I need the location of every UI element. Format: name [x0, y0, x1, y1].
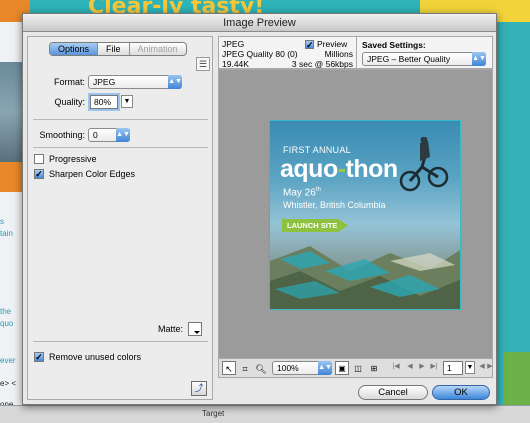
zoom-value: 100%	[277, 363, 299, 373]
progressive-row[interactable]: Progressive	[34, 152, 97, 165]
remove-unused-checkbox[interactable]: ✓	[34, 351, 44, 362]
triangle-down-icon: ▼	[123, 98, 131, 105]
chevron-updown-icon: ▲▼	[168, 75, 182, 89]
info-download-time: 3 sec @ 56kbps	[291, 59, 353, 69]
sharpen-checkbox[interactable]: ✓	[34, 168, 44, 179]
smoothing-select[interactable]: 0 ▲▼	[88, 128, 130, 142]
quality-label: Quality:	[54, 97, 85, 107]
options-panel: Options File Animation ☰ Format: JPEG ▲▼…	[27, 36, 213, 400]
background-text: ever	[0, 356, 16, 365]
tab-options[interactable]: Options	[50, 43, 99, 55]
cyclist-graphic	[399, 137, 449, 192]
two-up-view-icon[interactable]: ◫	[351, 361, 365, 375]
saved-settings: Saved Settings: JPEG – Better Quality ▲▼	[356, 36, 493, 69]
chevron-updown-icon: ▲▼	[116, 128, 130, 142]
launch-site-banner: LAUNCH SITE	[282, 219, 348, 232]
preview-toolbar: ↖ ⌗ 🔍︎ 100% ▲▼ ▣ ◫ ⊞ |◀ ◀ ▶ ▶| 1 ▼ ◀ ▶	[218, 359, 493, 378]
preview-image: FIRST ANNUAL aquo-thon May 26th Whistler…	[269, 120, 461, 310]
background-green-block	[503, 352, 530, 412]
crop-tool-icon[interactable]: ⌗	[238, 361, 252, 375]
tab-bar: Options File Animation	[49, 42, 187, 56]
preview-toggle[interactable]: ✓ Preview	[305, 39, 347, 49]
background-photo	[0, 62, 22, 162]
poster-brand: aquo-thon	[280, 155, 398, 184]
background-text: tain	[0, 229, 13, 238]
progressive-label: Progressive	[49, 153, 97, 164]
quality-slider-button[interactable]: ▼	[121, 95, 133, 108]
terrain-graphic	[270, 246, 460, 309]
brand-dash: -	[337, 155, 346, 183]
format-select[interactable]: JPEG ▲▼	[88, 75, 182, 89]
next-icon[interactable]: ▶	[485, 362, 495, 370]
cancel-button[interactable]: Cancel	[358, 385, 428, 400]
sharpen-label: Sharpen Color Edges	[49, 168, 136, 179]
preview-checkbox[interactable]: ✓	[305, 39, 314, 49]
dialog-title: Image Preview	[23, 14, 496, 32]
export-wizard-button[interactable]: ⤴	[191, 381, 207, 396]
info-quality: JPEG Quality 80 (0)	[222, 49, 298, 59]
triangle-down-icon: ▼	[466, 364, 474, 371]
info-colors: Millions	[324, 49, 353, 59]
chevron-updown-icon: ▲▼	[318, 361, 332, 375]
last-frame-icon[interactable]: ▶|	[429, 362, 439, 370]
background-orange-block	[0, 162, 22, 192]
saved-settings-value: JPEG – Better Quality	[367, 54, 451, 64]
zoom-select[interactable]: 100% ▲▼	[272, 361, 332, 375]
divider	[33, 147, 208, 148]
info-size: 19.44K	[222, 59, 249, 69]
background-property-bar: Target	[0, 405, 530, 423]
matte-color-swatch[interactable]	[188, 322, 202, 336]
zoom-tool-icon[interactable]: 🔍︎	[254, 361, 268, 375]
matte-label: Matte:	[157, 324, 183, 334]
brand-part: thon	[345, 155, 399, 183]
quality-input[interactable]: 80%	[90, 95, 118, 109]
remove-unused-row[interactable]: ✓ Remove unused colors	[34, 350, 141, 363]
smoothing-label: Smoothing:	[39, 130, 85, 140]
saved-settings-select[interactable]: JPEG – Better Quality ▲▼	[362, 52, 486, 66]
remove-unused-label: Remove unused colors	[49, 351, 142, 362]
sharpen-row[interactable]: ✓ Sharpen Color Edges	[34, 167, 135, 180]
preview-area[interactable]: FIRST ANNUAL aquo-thon May 26th Whistler…	[218, 69, 493, 359]
four-up-view-icon[interactable]: ⊞	[367, 361, 381, 375]
poster-date: May 26th	[283, 187, 321, 198]
list-menu-icon: ☰	[198, 59, 208, 69]
date-suffix: th	[315, 187, 321, 193]
ok-button[interactable]: OK	[432, 385, 490, 400]
divider	[33, 119, 208, 120]
poster-location: Whistler, British Columbia	[283, 200, 386, 210]
brand-part: aquo	[280, 155, 338, 183]
progressive-checkbox[interactable]	[34, 153, 44, 164]
smoothing-value: 0	[93, 130, 98, 140]
frame-menu-button[interactable]: ▼	[465, 361, 475, 374]
background-target-label: Target	[202, 409, 225, 418]
image-preview-dialog: Image Preview Options File Animation ☰ F…	[22, 13, 497, 405]
tab-animation[interactable]: Animation	[129, 43, 186, 55]
background-text: the	[0, 307, 12, 316]
first-frame-icon[interactable]: |◀	[391, 362, 401, 370]
poster-subtitle: FIRST ANNUAL	[283, 145, 351, 155]
preview-panel: JPEG ✓ Preview JPEG Quality 80 (0) Milli…	[218, 36, 493, 400]
format-label: Format:	[53, 77, 85, 87]
format-value: JPEG	[93, 77, 116, 87]
pointer-tool-icon[interactable]: ↖	[222, 361, 236, 375]
wizard-icon: ⤴	[194, 383, 204, 393]
background-text: quo	[0, 319, 14, 328]
background-left-panel: s tain the quo ever e> < one	[0, 22, 22, 423]
background-text: e> <	[0, 379, 17, 388]
divider	[33, 341, 208, 342]
file-info: JPEG ✓ Preview JPEG Quality 80 (0) Milli…	[218, 36, 358, 69]
play-icon[interactable]: ▶	[417, 362, 427, 370]
info-format: JPEG	[222, 39, 245, 49]
chevron-updown-icon: ▲▼	[472, 52, 486, 66]
preview-label: Preview	[317, 39, 348, 49]
background-right-panel	[497, 22, 530, 423]
date-text: May 26	[283, 187, 316, 199]
background-text: s	[0, 217, 4, 226]
frame-number-input[interactable]: 1	[443, 361, 463, 375]
options-menu-button[interactable]: ☰	[196, 57, 210, 71]
saved-settings-label: Saved Settings:	[362, 40, 426, 50]
previous-frame-icon[interactable]: ◀	[405, 362, 415, 370]
tab-file[interactable]: File	[98, 43, 130, 55]
single-view-icon[interactable]: ▣	[335, 361, 349, 375]
